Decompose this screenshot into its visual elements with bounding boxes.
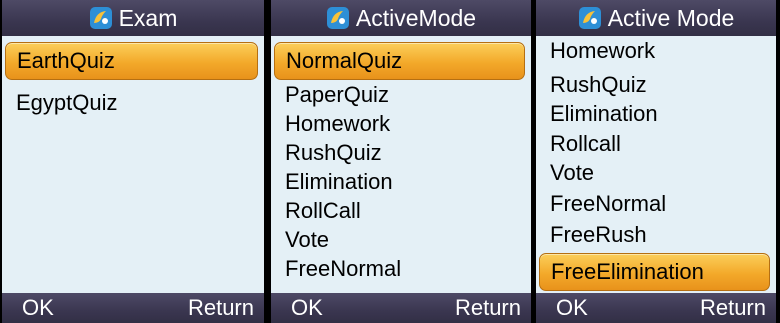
active-mode-screen: Active Mode Homework RushQuiz Eliminatio… <box>536 0 776 323</box>
menu-item-rushquiz[interactable]: RushQuiz <box>285 140 382 166</box>
softkey-bar: OK Return <box>271 293 531 323</box>
menu-item-vote[interactable]: Vote <box>285 227 329 253</box>
ok-softkey[interactable]: OK <box>556 295 588 321</box>
ok-softkey[interactable]: OK <box>291 295 323 321</box>
menu-item-elimination[interactable]: Elimination <box>550 101 658 127</box>
menu-item-freenormal[interactable]: FreeNormal <box>550 191 666 217</box>
menu-item-homework[interactable]: Homework <box>550 38 655 64</box>
softkey-bar: OK Return <box>2 293 264 323</box>
screen-title: Active Mode <box>607 4 735 31</box>
screen-title: Exam <box>118 4 178 31</box>
menu-item-freerush[interactable]: FreeRush <box>550 222 647 248</box>
exam-screen: Exam EarthQuiz EgyptQuiz OK Return <box>2 0 264 323</box>
menu-item-egyptquiz[interactable]: EgyptQuiz <box>16 90 118 116</box>
menu-item-normalquiz[interactable]: NormalQuiz <box>274 42 525 80</box>
menu-item-rollcall[interactable]: RollCall <box>285 198 361 224</box>
app-logo-icon <box>578 7 601 29</box>
title-bar: ActiveMode <box>271 0 531 36</box>
activemode-screen: ActiveMode NormalQuiz PaperQuiz Homework… <box>271 0 531 323</box>
menu-item-rushquiz[interactable]: RushQuiz <box>550 72 647 98</box>
menu-item-elimination[interactable]: Elimination <box>285 169 393 195</box>
app-logo-icon <box>326 7 349 29</box>
title-bar: Active Mode <box>536 0 776 36</box>
return-softkey[interactable]: Return <box>455 295 521 321</box>
menu-item-freenormal[interactable]: FreeNormal <box>285 256 401 282</box>
softkey-bar: OK Return <box>536 293 776 323</box>
menu-item-paperquiz[interactable]: PaperQuiz <box>285 82 389 108</box>
screen-title: ActiveMode <box>355 4 477 31</box>
title-bar: Exam <box>2 0 264 36</box>
return-softkey[interactable]: Return <box>700 295 766 321</box>
return-softkey[interactable]: Return <box>188 295 254 321</box>
menu-item-rollcall[interactable]: Rollcall <box>550 131 621 157</box>
menu-item-homework[interactable]: Homework <box>285 111 390 137</box>
app-logo-icon <box>89 7 112 29</box>
menu-item-earthquiz[interactable]: EarthQuiz <box>5 42 258 80</box>
ok-softkey[interactable]: OK <box>22 295 54 321</box>
menu-item-freeelimination[interactable]: FreeElimination <box>539 253 770 291</box>
menu-item-vote[interactable]: Vote <box>550 160 594 186</box>
